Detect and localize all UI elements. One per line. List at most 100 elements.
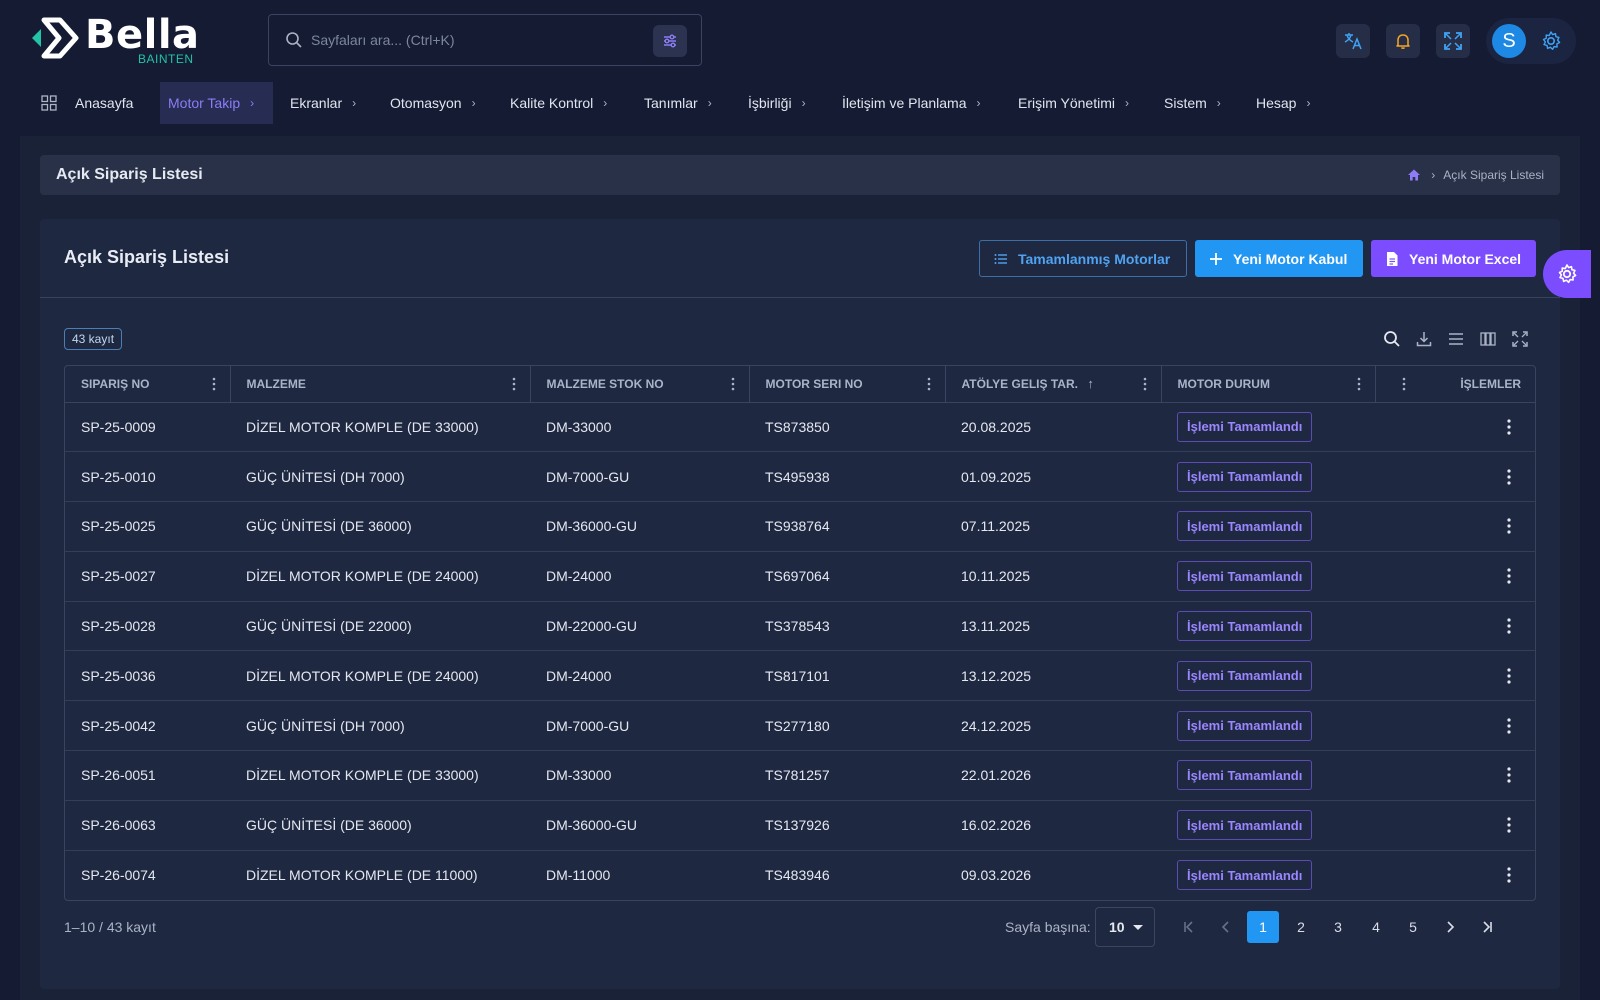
nav-item-otomasyon[interactable]: Otomasyon › [390, 82, 476, 124]
table-row[interactable]: SP-25-0027 DİZEL MOTOR KOMPLE (DE 24000) D… [65, 551, 1535, 602]
nav-item-anasayfa[interactable]: Anasayfa [41, 82, 133, 124]
page-button-5[interactable]: 5 [1397, 911, 1429, 943]
search-box[interactable] [268, 14, 702, 66]
more-vertical-icon[interactable] [1507, 469, 1511, 485]
more-vertical-icon[interactable] [1507, 718, 1511, 734]
more-vertical-icon[interactable] [1507, 518, 1511, 535]
chevron-right-icon: › [603, 96, 608, 110]
column-header-atolye-gelis[interactable]: Atölye Geliş Tar. ↑ [945, 366, 1162, 403]
page-button-3[interactable]: 3 [1322, 911, 1354, 943]
table-row[interactable]: SP-26-0074 DİZEL MOTOR KOMPLE (DE 11000) D… [65, 850, 1535, 900]
more-vertical-icon[interactable] [1507, 867, 1511, 883]
user-menu[interactable]: S [1486, 18, 1576, 64]
more-vertical-icon[interactable] [1507, 618, 1511, 634]
cell-seri: TS137926 [749, 800, 945, 851]
cell-tarih: 13.11.2025 [945, 601, 1161, 652]
nav-item-iletisim-planlama[interactable]: İletişim ve Planlama › [842, 82, 981, 124]
table-row[interactable]: SP-25-0025 GÜÇ ÜNİTESİ (DE 36000) DM-36000… [65, 501, 1535, 552]
columns-button[interactable] [1478, 329, 1498, 349]
cell-tarih: 01.09.2025 [945, 451, 1161, 503]
column-header-malzeme[interactable]: Malzeme [230, 366, 531, 403]
more-vertical-icon[interactable] [1507, 767, 1511, 784]
cell-no: SP-25-0027 [65, 551, 230, 602]
more-vertical-icon[interactable] [1507, 419, 1511, 435]
fullscreen-button[interactable] [1436, 24, 1470, 58]
pagination-info: 1–10 / 43 kayıt [64, 919, 156, 935]
expand-table-button[interactable] [1510, 329, 1530, 349]
column-header-motor-durum[interactable]: Motor Durum [1161, 366, 1376, 403]
cell-no: SP-26-0051 [65, 750, 230, 801]
more-vertical-icon[interactable] [1507, 817, 1511, 833]
page-button-1[interactable]: 1 [1247, 911, 1279, 943]
more-vertical-icon[interactable] [212, 377, 216, 391]
completed-motors-button[interactable]: Tamamlanmış Motorlar [979, 240, 1187, 277]
density-button[interactable] [1446, 329, 1466, 349]
nav-item-isbirligi[interactable]: İşbirliği › [748, 82, 806, 124]
nav-item-ekranlar[interactable]: Ekranlar › [290, 82, 356, 124]
notifications-button[interactable] [1386, 24, 1420, 58]
table-search-button[interactable] [1382, 329, 1402, 349]
more-vertical-icon[interactable] [1507, 668, 1511, 684]
table-row[interactable]: SP-25-0028 GÜÇ ÜNİTESİ (DE 22000) DM-22000… [65, 601, 1535, 652]
cell-no: SP-25-0009 [65, 402, 230, 453]
table-row[interactable]: SP-25-0042 GÜÇ ÜNİTESİ (DH 7000) DM-7000-G… [65, 700, 1535, 752]
table-row[interactable]: SP-25-0036 DİZEL MOTOR KOMPLE (DE 24000) D… [65, 650, 1535, 702]
more-vertical-icon[interactable] [1402, 377, 1406, 391]
nav-item-motor-takip[interactable]: Motor Takip › [160, 82, 273, 124]
table-row[interactable]: SP-26-0051 DİZEL MOTOR KOMPLE (DE 33000) D… [65, 750, 1535, 801]
sort-ascending-icon[interactable]: ↑ [1087, 376, 1094, 391]
more-vertical-icon[interactable] [731, 377, 735, 391]
nav-label: Hesap [1256, 95, 1297, 111]
gear-icon[interactable] [1540, 30, 1562, 52]
table-toolbar [1382, 329, 1542, 349]
cell-tarih: 13.12.2025 [945, 650, 1161, 702]
avatar[interactable]: S [1492, 24, 1526, 58]
first-page-button[interactable] [1173, 911, 1205, 943]
page-button-4[interactable]: 4 [1360, 911, 1392, 943]
last-page-button[interactable] [1471, 911, 1503, 943]
chevron-right-icon [1447, 921, 1455, 933]
column-header-stok-no[interactable]: Malzeme Stok No [530, 366, 750, 403]
more-vertical-icon[interactable] [512, 377, 516, 391]
more-vertical-icon[interactable] [1507, 568, 1511, 584]
nav-item-erisim-yonetimi[interactable]: Erişim Yönetimi › [1018, 82, 1129, 124]
nav-item-kalite-kontrol[interactable]: Kalite Kontrol › [510, 82, 607, 124]
status-badge: İşlemi Tamamlandı [1177, 511, 1313, 542]
previous-page-button[interactable] [1210, 911, 1242, 943]
cell-status: İşlemi Tamamlandı [1161, 601, 1375, 652]
chevron-right-icon: › [1306, 96, 1311, 110]
column-header-seri-no[interactable]: Motor Seri No [749, 366, 946, 403]
more-vertical-icon[interactable] [1357, 377, 1361, 391]
download-button[interactable] [1414, 329, 1434, 349]
table-row[interactable]: SP-25-0010 GÜÇ ÜNİTESİ (DH 7000) DM-7000-G… [65, 451, 1535, 503]
theme-settings-button[interactable] [1543, 250, 1591, 298]
new-motor-button[interactable]: Yeni Motor Kabul [1195, 240, 1363, 277]
next-page-button[interactable] [1434, 911, 1466, 943]
cell-actions [1375, 750, 1535, 801]
per-page-select[interactable]: 10 [1095, 907, 1155, 947]
cell-no: SP-26-0074 [81, 867, 156, 884]
search-filter-button[interactable] [653, 25, 687, 57]
status-badge: İşlemi Tamamlandı [1177, 710, 1313, 741]
nav-item-sistem[interactable]: Sistem › [1164, 82, 1221, 124]
column-header-siparis-no[interactable]: Sipariş No [65, 366, 231, 403]
more-vertical-icon[interactable] [927, 377, 931, 391]
status-badge: İşlemi Tamamlandı [1177, 810, 1313, 841]
table-header-row: Sipariş No Malzeme Malzeme Stok No Motor… [65, 366, 1535, 403]
cell-seri: TS483946 [765, 867, 830, 884]
search-input[interactable] [311, 15, 641, 65]
table-row[interactable]: SP-26-0063 GÜÇ ÜNİTESİ (DE 36000) DM-36000… [65, 800, 1535, 851]
more-vertical-icon[interactable] [1143, 377, 1147, 391]
cell-seri: TS378543 [749, 601, 945, 652]
nav-item-tanimlar[interactable]: Tanımlar › [644, 82, 712, 124]
new-motor-excel-button[interactable]: Yeni Motor Excel [1371, 240, 1536, 277]
home-icon[interactable] [1407, 168, 1421, 182]
page-button-2[interactable]: 2 [1285, 911, 1317, 943]
nav-item-hesap[interactable]: Hesap › [1256, 82, 1310, 124]
column-header-islemler[interactable]: İşlemler [1375, 366, 1535, 403]
table-row[interactable]: SP-25-0009 DİZEL MOTOR KOMPLE (DE 33000) D… [65, 402, 1535, 453]
cell-no: SP-26-0063 [65, 800, 230, 851]
expand-icon [1512, 331, 1528, 347]
brand-logo[interactable]: Bella BAINTEN [28, 12, 208, 68]
translate-button[interactable] [1336, 24, 1370, 58]
